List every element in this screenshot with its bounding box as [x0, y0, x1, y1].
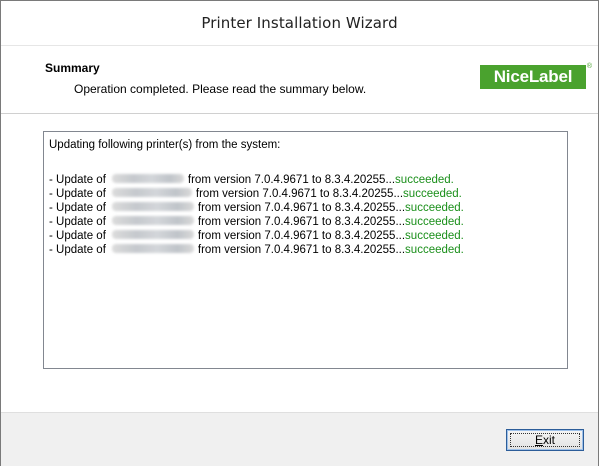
log-line: - Update of from version 7.0.4.9671 to 8.…	[49, 201, 464, 215]
log-line: - Update of from version 7.0.4.9671 to 8.…	[49, 243, 464, 257]
log-line-version-text: from version 7.0.4.9671 to 8.3.4.20255..…	[195, 188, 404, 200]
redacted-printer-name	[111, 202, 194, 212]
summary-log-box[interactable]: Updating following printer(s) from the s…	[43, 131, 568, 369]
log-line: - Update of from version 7.0.4.9671 to 8.…	[49, 173, 464, 187]
log-line-status: succeeded.	[405, 202, 464, 214]
focus-ring	[510, 433, 580, 447]
log-lines: - Update of from version 7.0.4.9671 to 8.…	[49, 173, 464, 257]
log-line-prefix: - Update of	[49, 244, 106, 256]
log-line-status: succeeded.	[405, 230, 464, 242]
log-header: Updating following printer(s) from the s…	[49, 139, 281, 151]
log-line-prefix: - Update of	[49, 216, 106, 228]
redacted-printer-name	[111, 216, 194, 226]
log-line-version-text: from version 7.0.4.9671 to 8.3.4.20255..…	[187, 174, 396, 186]
wizard-footer: Exit	[1, 412, 598, 466]
log-line-version-text: from version 7.0.4.9671 to 8.3.4.20255..…	[197, 216, 406, 228]
log-line-version-text: from version 7.0.4.9671 to 8.3.4.20255..…	[197, 230, 406, 242]
redacted-printer-name	[111, 174, 184, 184]
log-line: - Update of from version 7.0.4.9671 to 8.…	[49, 187, 464, 201]
content-area: Updating following printer(s) from the s…	[1, 114, 598, 412]
log-line-status: succeeded.	[403, 188, 462, 200]
log-line-status: succeeded.	[405, 244, 464, 256]
log-line-prefix: - Update of	[49, 202, 106, 214]
log-line-version-text: from version 7.0.4.9671 to 8.3.4.20255..…	[197, 244, 406, 256]
summary-heading: Summary	[45, 61, 100, 75]
window-title: Printer Installation Wizard	[201, 14, 398, 32]
log-line: - Update of from version 7.0.4.9671 to 8.…	[49, 229, 464, 243]
redacted-printer-name	[111, 230, 194, 240]
wizard-window: Printer Installation Wizard Summary Oper…	[0, 0, 599, 466]
title-bar[interactable]: Printer Installation Wizard	[1, 1, 598, 45]
logo-registered-mark: ®	[586, 63, 592, 70]
logo-text: NiceLabel	[493, 67, 573, 86]
summary-subtitle: Operation completed. Please read the sum…	[74, 82, 367, 96]
log-line-version-text: from version 7.0.4.9671 to 8.3.4.20255..…	[197, 202, 406, 214]
wizard-header: Summary Operation completed. Please read…	[1, 45, 598, 114]
redacted-printer-name	[111, 188, 192, 198]
log-line: - Update of from version 7.0.4.9671 to 8.…	[49, 215, 464, 229]
log-line-prefix: - Update of	[49, 174, 106, 186]
log-line-status: succeeded.	[405, 216, 464, 228]
log-line-prefix: - Update of	[49, 230, 106, 242]
exit-button[interactable]: Exit	[506, 429, 584, 451]
log-line-prefix: - Update of	[49, 188, 106, 200]
redacted-printer-name	[111, 244, 194, 254]
nicelabel-logo: NiceLabel ®	[480, 63, 592, 89]
log-line-status: succeeded.	[395, 174, 454, 186]
